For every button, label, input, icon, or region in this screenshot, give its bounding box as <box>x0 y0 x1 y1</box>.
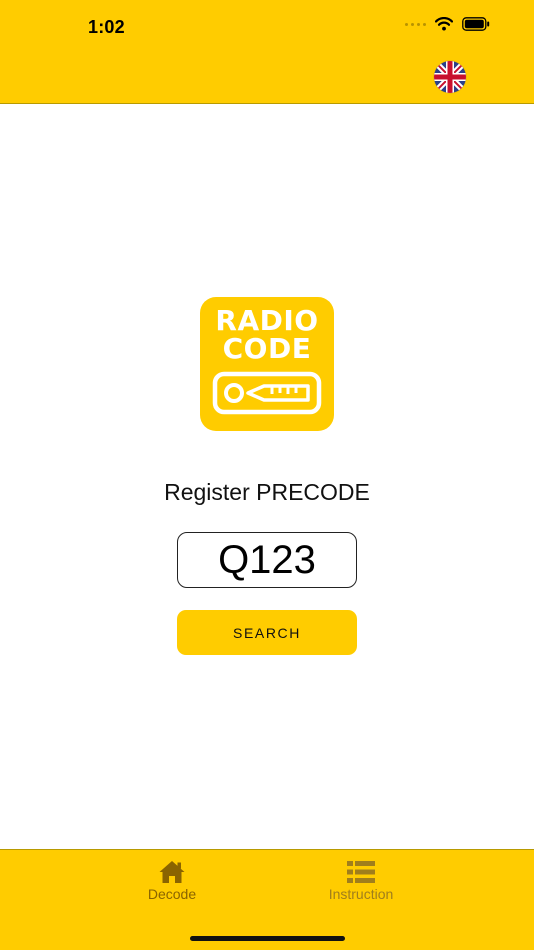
status-time: 1:02 <box>88 17 125 37</box>
precode-input[interactable] <box>177 532 357 588</box>
cellular-signal-icon <box>405 22 426 26</box>
list-icon <box>347 861 375 883</box>
home-icon <box>159 861 185 883</box>
status-icons <box>405 17 490 31</box>
tab-decode-label: Decode <box>147 886 197 902</box>
main-content: RADIO CODE Register PRECODE SEARCH <box>0 105 534 849</box>
tab-bar: Decode Instruction <box>0 849 534 950</box>
wifi-icon <box>435 17 453 31</box>
tab-instruction-label: Instruction <box>328 886 394 902</box>
tab-decode[interactable]: Decode <box>112 860 232 902</box>
search-button[interactable]: SEARCH <box>177 610 357 655</box>
battery-icon <box>462 17 490 31</box>
top-bar: 1:02 <box>0 0 534 104</box>
home-indicator[interactable] <box>190 936 345 941</box>
tab-instruction[interactable]: Instruction <box>301 860 421 902</box>
precode-label: Register PRECODE <box>164 479 370 505</box>
car-radio-icon <box>212 371 322 415</box>
uk-flag-icon[interactable] <box>434 61 466 93</box>
radio-code-logo: RADIO CODE <box>200 297 334 431</box>
logo-text-line2: CODE <box>222 332 312 365</box>
logo-text-line1: RADIO <box>215 304 319 337</box>
